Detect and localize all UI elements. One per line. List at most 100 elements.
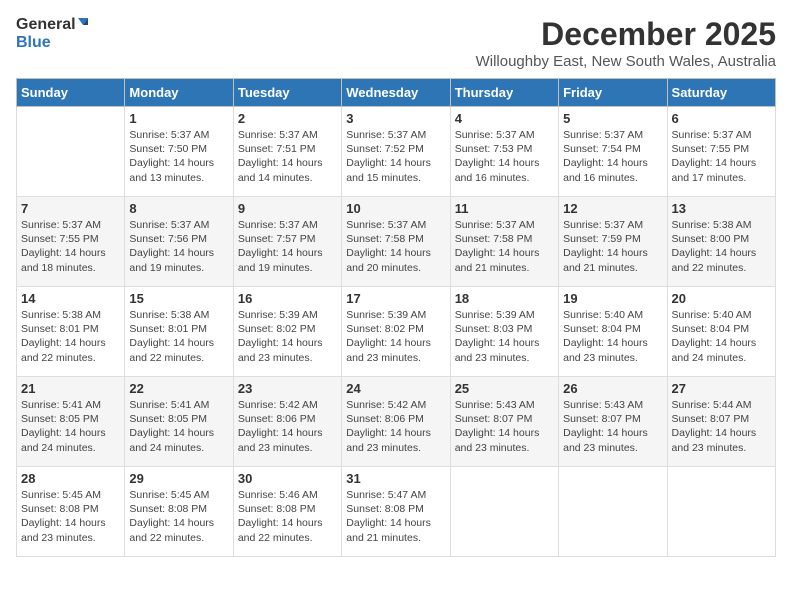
calendar-cell: 2 Sunrise: 5:37 AM Sunset: 7:51 PM Daylig… <box>233 107 341 197</box>
cell-content: Sunrise: 5:37 AM Sunset: 7:52 PM Dayligh… <box>346 128 445 185</box>
weekday-header-wednesday: Wednesday <box>342 79 450 107</box>
cell-content: Sunrise: 5:37 AM Sunset: 7:57 PM Dayligh… <box>238 218 337 275</box>
day-number: 19 <box>563 291 662 306</box>
cell-content: Sunrise: 5:37 AM Sunset: 7:55 PM Dayligh… <box>21 218 120 275</box>
calendar-cell: 19 Sunrise: 5:40 AM Sunset: 8:04 PM Dayli… <box>559 287 667 377</box>
day-number: 25 <box>455 381 554 396</box>
day-number: 23 <box>238 381 337 396</box>
calendar-week-row: 21Sunrise: 5:41 AM Sunset: 8:05 PM Dayli… <box>17 377 776 467</box>
main-title: December 2025 <box>476 16 776 53</box>
cell-content: Sunrise: 5:40 AM Sunset: 8:04 PM Dayligh… <box>672 308 771 365</box>
logo-triangle-icon <box>78 18 94 32</box>
calendar-cell <box>450 467 558 557</box>
calendar-cell: 21Sunrise: 5:41 AM Sunset: 8:05 PM Dayli… <box>17 377 125 467</box>
cell-content: Sunrise: 5:40 AM Sunset: 8:04 PM Dayligh… <box>563 308 662 365</box>
day-number: 2 <box>238 111 337 126</box>
calendar-cell: 8 Sunrise: 5:37 AM Sunset: 7:56 PM Daylig… <box>125 197 233 287</box>
calendar-cell: 11 Sunrise: 5:37 AM Sunset: 7:58 PM Dayli… <box>450 197 558 287</box>
calendar-cell: 15Sunrise: 5:38 AM Sunset: 8:01 PM Dayli… <box>125 287 233 377</box>
calendar-cell: 1 Sunrise: 5:37 AM Sunset: 7:50 PM Daylig… <box>125 107 233 197</box>
day-number: 3 <box>346 111 445 126</box>
cell-content: Sunrise: 5:39 AM Sunset: 8:03 PM Dayligh… <box>455 308 554 365</box>
cell-content: Sunrise: 5:37 AM Sunset: 7:51 PM Dayligh… <box>238 128 337 185</box>
calendar-table: SundayMondayTuesdayWednesdayThursdayFrid… <box>16 78 776 557</box>
calendar-cell <box>17 107 125 197</box>
day-number: 24 <box>346 381 445 396</box>
calendar-cell: 23 Sunrise: 5:42 AM Sunset: 8:06 PM Dayli… <box>233 377 341 467</box>
calendar-cell: 13 Sunrise: 5:38 AM Sunset: 8:00 PM Dayli… <box>667 197 775 287</box>
weekday-header-sunday: Sunday <box>17 79 125 107</box>
weekday-header-saturday: Saturday <box>667 79 775 107</box>
calendar-cell <box>559 467 667 557</box>
day-number: 6 <box>672 111 771 126</box>
day-number: 11 <box>455 201 554 216</box>
calendar-cell: 22Sunrise: 5:41 AM Sunset: 8:05 PM Dayli… <box>125 377 233 467</box>
cell-content: Sunrise: 5:43 AM Sunset: 8:07 PM Dayligh… <box>563 398 662 455</box>
cell-content: Sunrise: 5:39 AM Sunset: 8:02 PM Dayligh… <box>346 308 445 365</box>
cell-content: Sunrise: 5:43 AM Sunset: 8:07 PM Dayligh… <box>455 398 554 455</box>
day-number: 4 <box>455 111 554 126</box>
calendar-cell: 5 Sunrise: 5:37 AM Sunset: 7:54 PM Daylig… <box>559 107 667 197</box>
cell-content: Sunrise: 5:37 AM Sunset: 7:56 PM Dayligh… <box>129 218 228 275</box>
header: GeneralBlue December 2025 Willoughby Eas… <box>16 16 776 70</box>
calendar-cell: 16 Sunrise: 5:39 AM Sunset: 8:02 PM Dayli… <box>233 287 341 377</box>
day-number: 15 <box>129 291 228 306</box>
cell-content: Sunrise: 5:37 AM Sunset: 7:53 PM Dayligh… <box>455 128 554 185</box>
calendar-cell: 4 Sunrise: 5:37 AM Sunset: 7:53 PM Daylig… <box>450 107 558 197</box>
calendar-cell: 24Sunrise: 5:42 AM Sunset: 8:06 PM Dayli… <box>342 377 450 467</box>
day-number: 9 <box>238 201 337 216</box>
cell-content: Sunrise: 5:38 AM Sunset: 8:00 PM Dayligh… <box>672 218 771 275</box>
calendar-cell: 28 Sunrise: 5:45 AM Sunset: 8:08 PM Dayli… <box>17 467 125 557</box>
weekday-header-monday: Monday <box>125 79 233 107</box>
calendar-week-row: 7 Sunrise: 5:37 AM Sunset: 7:55 PM Daylig… <box>17 197 776 287</box>
calendar-cell: 25 Sunrise: 5:43 AM Sunset: 8:07 PM Dayli… <box>450 377 558 467</box>
logo-general-text: General <box>16 16 76 34</box>
calendar-cell: 10Sunrise: 5:37 AM Sunset: 7:58 PM Dayli… <box>342 197 450 287</box>
calendar-cell: 18Sunrise: 5:39 AM Sunset: 8:03 PM Dayli… <box>450 287 558 377</box>
day-number: 1 <box>129 111 228 126</box>
logo-container: GeneralBlue <box>16 16 94 51</box>
weekday-header-friday: Friday <box>559 79 667 107</box>
logo: GeneralBlue <box>16 16 94 51</box>
calendar-cell: 31 Sunrise: 5:47 AM Sunset: 8:08 PM Dayli… <box>342 467 450 557</box>
cell-content: Sunrise: 5:37 AM Sunset: 7:50 PM Dayligh… <box>129 128 228 185</box>
day-number: 14 <box>21 291 120 306</box>
calendar-week-row: 14 Sunrise: 5:38 AM Sunset: 8:01 PM Dayli… <box>17 287 776 377</box>
logo-blue-text: Blue <box>16 34 51 52</box>
cell-content: Sunrise: 5:45 AM Sunset: 8:08 PM Dayligh… <box>21 488 120 545</box>
cell-content: Sunrise: 5:37 AM Sunset: 7:58 PM Dayligh… <box>455 218 554 275</box>
cell-content: Sunrise: 5:47 AM Sunset: 8:08 PM Dayligh… <box>346 488 445 545</box>
cell-content: Sunrise: 5:37 AM Sunset: 7:59 PM Dayligh… <box>563 218 662 275</box>
title-section: December 2025 Willoughby East, New South… <box>476 16 776 70</box>
calendar-cell: 7 Sunrise: 5:37 AM Sunset: 7:55 PM Daylig… <box>17 197 125 287</box>
day-number: 28 <box>21 471 120 486</box>
calendar-cell: 3 Sunrise: 5:37 AM Sunset: 7:52 PM Daylig… <box>342 107 450 197</box>
day-number: 27 <box>672 381 771 396</box>
calendar-cell <box>667 467 775 557</box>
cell-content: Sunrise: 5:37 AM Sunset: 7:58 PM Dayligh… <box>346 218 445 275</box>
calendar-cell: 20 Sunrise: 5:40 AM Sunset: 8:04 PM Dayli… <box>667 287 775 377</box>
cell-content: Sunrise: 5:46 AM Sunset: 8:08 PM Dayligh… <box>238 488 337 545</box>
day-number: 7 <box>21 201 120 216</box>
day-number: 31 <box>346 471 445 486</box>
day-number: 5 <box>563 111 662 126</box>
calendar-cell: 14 Sunrise: 5:38 AM Sunset: 8:01 PM Dayli… <box>17 287 125 377</box>
day-number: 21 <box>21 381 120 396</box>
day-number: 8 <box>129 201 228 216</box>
day-number: 13 <box>672 201 771 216</box>
calendar-cell: 9 Sunrise: 5:37 AM Sunset: 7:57 PM Daylig… <box>233 197 341 287</box>
cell-content: Sunrise: 5:39 AM Sunset: 8:02 PM Dayligh… <box>238 308 337 365</box>
cell-content: Sunrise: 5:42 AM Sunset: 8:06 PM Dayligh… <box>238 398 337 455</box>
cell-content: Sunrise: 5:38 AM Sunset: 8:01 PM Dayligh… <box>21 308 120 365</box>
day-number: 20 <box>672 291 771 306</box>
day-number: 16 <box>238 291 337 306</box>
weekday-header-row: SundayMondayTuesdayWednesdayThursdayFrid… <box>17 79 776 107</box>
cell-content: Sunrise: 5:37 AM Sunset: 7:55 PM Dayligh… <box>672 128 771 185</box>
calendar-cell: 26Sunrise: 5:43 AM Sunset: 8:07 PM Dayli… <box>559 377 667 467</box>
day-number: 22 <box>129 381 228 396</box>
cell-content: Sunrise: 5:44 AM Sunset: 8:07 PM Dayligh… <box>672 398 771 455</box>
day-number: 17 <box>346 291 445 306</box>
calendar-cell: 27 Sunrise: 5:44 AM Sunset: 8:07 PM Dayli… <box>667 377 775 467</box>
cell-content: Sunrise: 5:37 AM Sunset: 7:54 PM Dayligh… <box>563 128 662 185</box>
cell-content: Sunrise: 5:45 AM Sunset: 8:08 PM Dayligh… <box>129 488 228 545</box>
